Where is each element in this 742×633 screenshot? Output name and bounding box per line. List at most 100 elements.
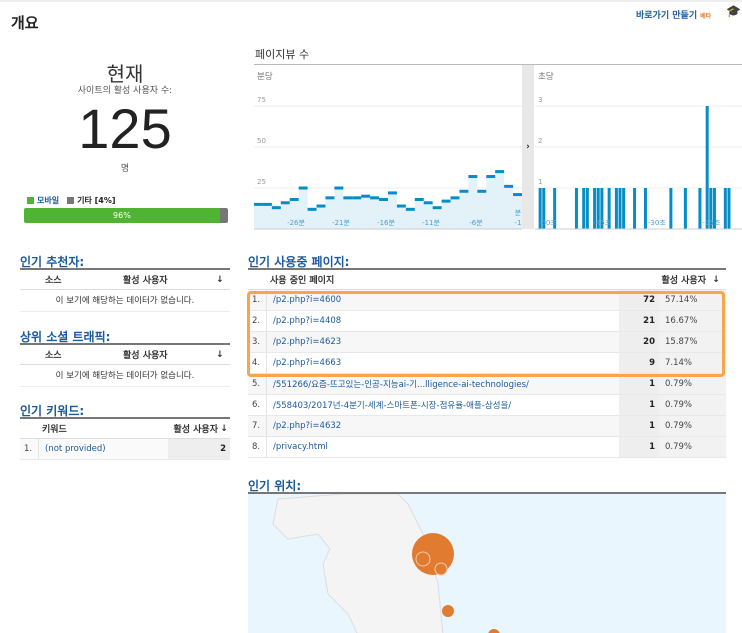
graduation-cap-icon[interactable]: 🎓 bbox=[726, 4, 741, 18]
minute-bar bbox=[432, 206, 442, 210]
per-second-chart: 3 2 1 -60초 -45초 -30초 -15초 bbox=[535, 96, 742, 230]
page-title: 개요 bbox=[11, 14, 39, 32]
y-tick-label: 75 bbox=[257, 96, 266, 104]
second-bar bbox=[723, 188, 727, 229]
x-tick-label: -30초 bbox=[648, 219, 666, 227]
minute-bar bbox=[468, 175, 478, 179]
minute-bar bbox=[414, 197, 424, 201]
empty-message: 이 보기에 해당하는 데이터가 없습니다. bbox=[20, 290, 230, 312]
minute-bar bbox=[361, 194, 371, 198]
row-index: 5. bbox=[252, 379, 261, 389]
page-link[interactable]: /privacy.html bbox=[266, 437, 619, 457]
second-bar bbox=[727, 188, 731, 229]
active-users-subtitle: 사이트의 활성 사용자 수: bbox=[77, 86, 173, 96]
x-tick-label: -60초 bbox=[539, 219, 557, 227]
sort-arrow-icon[interactable]: ↓ bbox=[706, 275, 726, 285]
page-link[interactable]: /551266/요즘-뜨고있는-인공-지능ai-기...lligence-ai-… bbox=[266, 374, 619, 394]
second-bar bbox=[585, 188, 589, 229]
x-tick-label: -21분 bbox=[332, 219, 350, 227]
row-index: 7. bbox=[252, 421, 261, 431]
locations-map[interactable] bbox=[248, 492, 726, 633]
minute-bar bbox=[513, 193, 522, 197]
referrals-header: 소스 활성 사용자 ↓ bbox=[20, 270, 230, 290]
chart-expand-handle[interactable]: › bbox=[522, 65, 534, 229]
location-marker[interactable] bbox=[442, 605, 454, 617]
col-active-users[interactable]: 활성 사용자 bbox=[173, 422, 218, 435]
korea-map bbox=[272, 494, 500, 633]
x-tick-label: -1 bbox=[515, 219, 522, 227]
highlight-box bbox=[247, 291, 725, 377]
row-index: 6. bbox=[252, 400, 261, 410]
row-percent: 0.79% bbox=[659, 416, 726, 436]
mobile-share-fill: 96% bbox=[24, 208, 220, 223]
minute-bar bbox=[254, 202, 263, 206]
x-tick-unit: 분 bbox=[515, 209, 522, 217]
keywords-header: 키워드 활성 사용자 ↓ bbox=[20, 419, 230, 439]
table-row: 8. /privacy.html 1 0.79% bbox=[248, 437, 726, 458]
second-bar bbox=[574, 188, 578, 229]
minute-bar bbox=[495, 170, 505, 174]
active-users-unit: 명 bbox=[120, 164, 130, 174]
x-tick-label: -26분 bbox=[287, 219, 305, 227]
empty-message: 이 보기에 해당하는 데이터가 없습니다. bbox=[20, 365, 230, 387]
row-index: 8. bbox=[252, 442, 261, 452]
y-tick-label: 50 bbox=[257, 137, 266, 145]
row-users: 1 bbox=[619, 437, 659, 457]
sort-arrow-icon[interactable]: ↓ bbox=[216, 350, 230, 360]
minute-bar bbox=[298, 186, 308, 190]
minute-bar bbox=[370, 196, 380, 200]
second-bar bbox=[622, 188, 626, 229]
per-minute-chart: 75 50 25 -26분 -21분 -16분 -11분 -6분 -1 분 bbox=[254, 96, 522, 230]
keyword-link[interactable]: (not provided) bbox=[38, 439, 168, 459]
minute-bar bbox=[343, 196, 353, 200]
legend-other[interactable]: 기타 [4%] bbox=[67, 195, 116, 206]
minute-bar bbox=[405, 207, 415, 211]
minute-bar bbox=[441, 199, 451, 203]
second-bar bbox=[618, 188, 622, 229]
legend-mobile[interactable]: 모바일 bbox=[27, 195, 59, 206]
col-source[interactable]: 소스 bbox=[20, 273, 105, 286]
minute-bar bbox=[271, 206, 281, 210]
row-users: 1 bbox=[619, 374, 659, 394]
y-tick-label: 1 bbox=[538, 178, 542, 186]
sort-arrow-icon[interactable]: ↓ bbox=[218, 424, 230, 434]
minute-bar bbox=[477, 189, 487, 193]
device-legend: 모바일 기타 [4%] bbox=[27, 195, 116, 206]
page-link[interactable]: /p2.php?i=4632 bbox=[266, 416, 619, 436]
y-tick-label: 2 bbox=[538, 137, 542, 145]
minute-bar bbox=[379, 197, 388, 201]
row-index: 1. bbox=[24, 444, 33, 454]
minute-bar bbox=[280, 201, 290, 205]
location-marker[interactable] bbox=[434, 562, 448, 576]
col-active-users[interactable]: 활성 사용자 bbox=[105, 273, 216, 286]
create-shortcut-link[interactable]: 바로가기 만들기 베타 bbox=[636, 8, 711, 21]
second-bar bbox=[698, 188, 702, 229]
x-tick-label: -16분 bbox=[377, 219, 395, 227]
table-row: 6. /558403/2017년-4분기-세계-스마트폰-시장-점유율-애플-삼성… bbox=[248, 395, 726, 416]
pageviews-title: 페이지뷰 수 bbox=[255, 48, 310, 61]
beta-badge: 베타 bbox=[700, 13, 712, 20]
minute-bar bbox=[396, 204, 406, 208]
device-share-bar: 96% bbox=[24, 208, 228, 223]
x-tick-label: -45초 bbox=[593, 219, 611, 227]
legend-mobile-label: 모바일 bbox=[37, 196, 60, 205]
col-source[interactable]: 소스 bbox=[20, 348, 105, 361]
second-bar bbox=[669, 188, 673, 229]
col-active-users[interactable]: 활성 사용자 bbox=[105, 348, 216, 361]
col-keyword[interactable]: 키워드 bbox=[20, 422, 173, 435]
col-active-users[interactable]: 활성 사용자 bbox=[661, 273, 706, 286]
referrals-table: 소스 활성 사용자 ↓ 이 보기에 해당하는 데이터가 없습니다. bbox=[20, 268, 230, 312]
col-page[interactable]: 사용 중인 페이지 bbox=[248, 273, 661, 286]
location-marker[interactable] bbox=[488, 629, 500, 633]
row-percent: 0.79% bbox=[659, 437, 726, 457]
keyword-row: 1. (not provided) 2 bbox=[20, 439, 230, 460]
second-bar bbox=[643, 188, 647, 229]
mobile-swatch-icon bbox=[27, 197, 34, 204]
row-percent: 0.79% bbox=[659, 374, 726, 394]
chevron-right-icon: › bbox=[526, 142, 530, 152]
x-tick-label: -11분 bbox=[422, 219, 440, 227]
social-header: 소스 활성 사용자 ↓ bbox=[20, 345, 230, 365]
page-link[interactable]: /558403/2017년-4분기-세계-스마트폰-시장-점유율-애플-삼성을/ bbox=[266, 395, 619, 415]
legend-other-label: 기타 [4%] bbox=[77, 196, 116, 205]
sort-arrow-icon[interactable]: ↓ bbox=[216, 275, 230, 285]
